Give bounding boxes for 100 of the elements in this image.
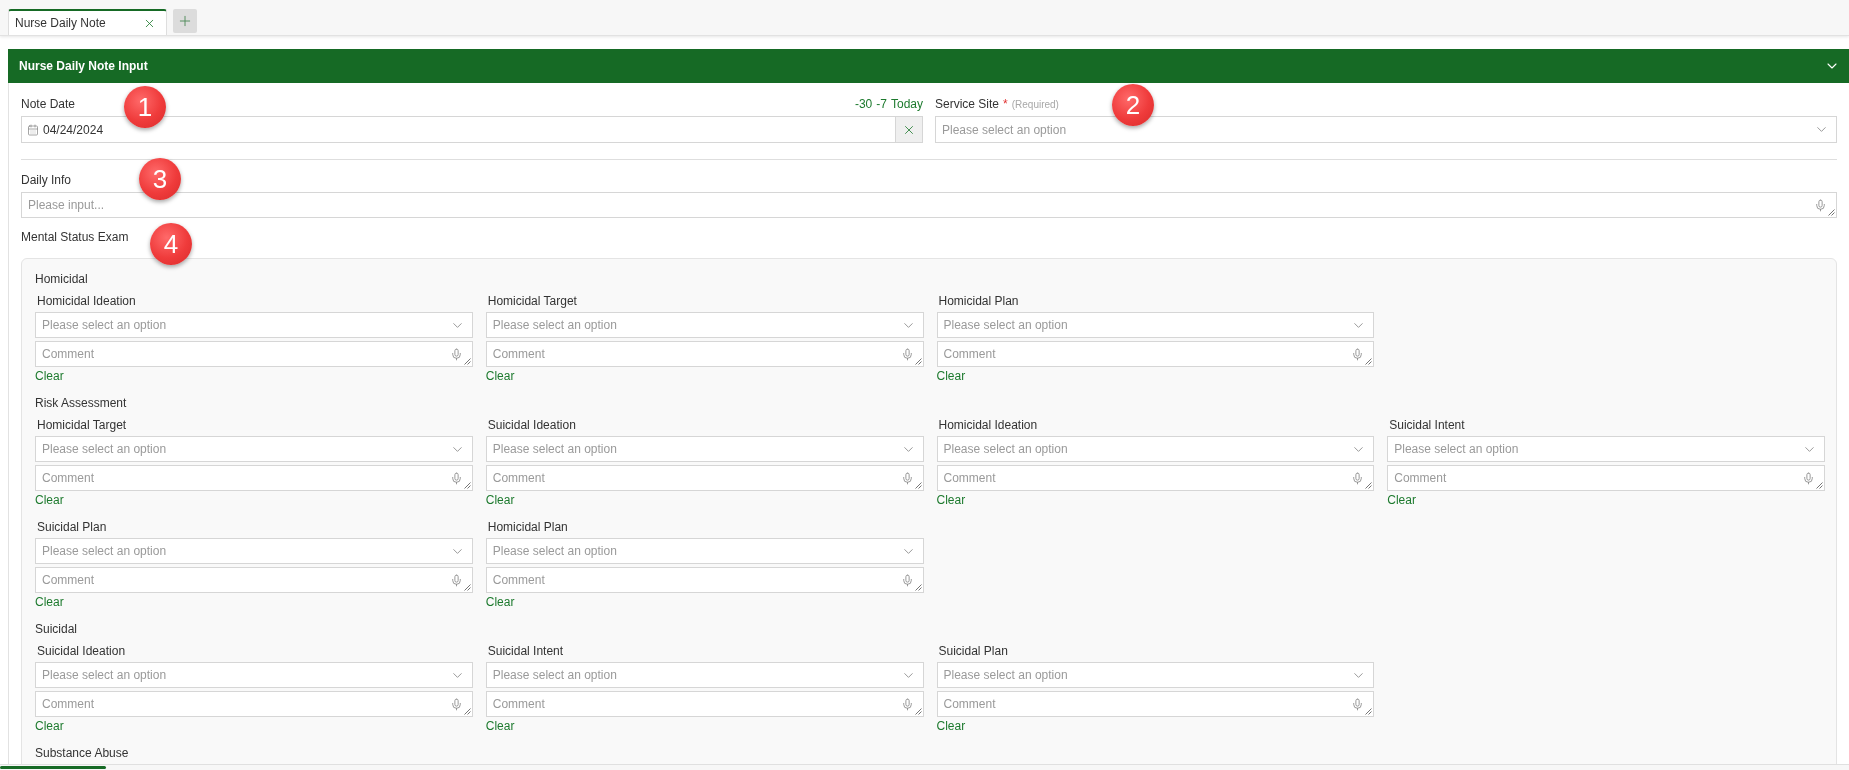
- field-label: Homicidal Target: [486, 293, 577, 309]
- field-label: Suicidal Intent: [1388, 417, 1465, 433]
- resize-grip-icon[interactable]: [463, 708, 471, 715]
- clear-link[interactable]: Clear: [35, 719, 64, 733]
- field-label: Suicidal Ideation: [486, 417, 576, 433]
- microphone-icon[interactable]: [900, 347, 914, 361]
- field-label: Suicidal Ideation: [36, 643, 126, 659]
- resize-grip-icon[interactable]: [463, 358, 471, 365]
- annotation-badge: 3: [139, 158, 181, 200]
- resize-grip-icon[interactable]: [914, 358, 922, 365]
- select-field[interactable]: Please select an option: [936, 662, 1375, 688]
- calendar-icon: [27, 123, 39, 136]
- microphone-icon[interactable]: [449, 697, 463, 711]
- field-label: Suicidal Plan: [36, 519, 107, 535]
- field-label: Homicidal Ideation: [36, 293, 136, 309]
- annotation-badge: 4: [150, 223, 192, 265]
- comment-field[interactable]: Comment: [485, 691, 924, 717]
- microphone-icon[interactable]: [900, 697, 914, 711]
- add-tab-button[interactable]: [173, 9, 197, 33]
- group-title: Suicidal: [35, 621, 79, 637]
- comment-field[interactable]: Comment: [485, 341, 924, 367]
- field-label: Homicidal Plan: [937, 293, 1019, 309]
- text-input-field[interactable]: Please input...: [21, 192, 1837, 218]
- microphone-icon[interactable]: [449, 347, 463, 361]
- clear-link[interactable]: Clear: [35, 369, 64, 383]
- field-label: Suicidal Intent: [486, 643, 564, 659]
- date-shortcut-link[interactable]: -7: [876, 97, 887, 111]
- microphone-icon[interactable]: [1802, 471, 1815, 485]
- group-title: Substance Abuse: [35, 745, 130, 761]
- resize-grip-icon[interactable]: [1816, 482, 1823, 489]
- comment-field[interactable]: Comment: [936, 691, 1375, 717]
- select-field[interactable]: Please select an option: [35, 436, 473, 462]
- section-title: Mental Status Exam: [21, 230, 129, 244]
- select-field[interactable]: Please select an option: [35, 312, 473, 338]
- select-field[interactable]: Please select an option: [485, 538, 924, 564]
- comment-field[interactable]: Comment: [485, 567, 924, 593]
- resize-grip-icon[interactable]: [1828, 209, 1835, 216]
- resize-grip-icon[interactable]: [914, 482, 922, 489]
- date-shortcut-link[interactable]: Today: [890, 97, 923, 111]
- microphone-icon[interactable]: [1351, 471, 1365, 485]
- date-field[interactable]: 04/24/2024: [21, 116, 923, 143]
- annotation-badge: 2: [1112, 84, 1154, 126]
- microphone-icon[interactable]: [900, 573, 914, 587]
- field-label: Note Date: [21, 97, 76, 111]
- clear-link[interactable]: Clear: [35, 493, 64, 507]
- field-label: Homicidal Ideation: [937, 417, 1038, 433]
- select-field[interactable]: Please select an option: [485, 662, 924, 688]
- clear-link[interactable]: Clear: [936, 369, 966, 383]
- comment-field[interactable]: Comment: [35, 691, 473, 717]
- resize-grip-icon[interactable]: [463, 482, 471, 489]
- clear-link[interactable]: Clear: [485, 369, 515, 383]
- comment-field[interactable]: Comment: [936, 341, 1375, 367]
- comment-field[interactable]: Comment: [35, 465, 473, 491]
- comment-field[interactable]: Comment: [35, 567, 473, 593]
- microphone-icon[interactable]: [1814, 198, 1827, 212]
- resize-grip-icon[interactable]: [914, 708, 922, 715]
- resize-grip-icon[interactable]: [463, 584, 471, 591]
- microphone-icon[interactable]: [449, 471, 463, 485]
- resize-grip-icon[interactable]: [1365, 708, 1373, 715]
- field-label: Daily Info: [21, 173, 72, 187]
- select-field[interactable]: Please select an option: [936, 436, 1375, 462]
- scrollbar-thumb[interactable]: [0, 766, 106, 769]
- clear-date-button[interactable]: [895, 117, 922, 142]
- microphone-icon[interactable]: [1351, 347, 1365, 361]
- resize-grip-icon[interactable]: [1365, 358, 1373, 365]
- required-hint: (Required): [1011, 99, 1059, 110]
- clear-link[interactable]: Clear: [485, 719, 515, 733]
- clear-link[interactable]: Clear: [35, 595, 64, 609]
- annotation-badge: 1: [124, 86, 166, 128]
- select-field[interactable]: Please select an option: [936, 312, 1375, 338]
- panel-header[interactable]: Nurse Daily Note Input: [8, 49, 1849, 83]
- select-field[interactable]: Please select an option: [485, 312, 924, 338]
- comment-field[interactable]: Comment: [1387, 465, 1825, 491]
- select-field[interactable]: Please select an option: [935, 116, 1837, 143]
- select-field[interactable]: Please select an option: [35, 662, 473, 688]
- select-field[interactable]: Please select an option: [1387, 436, 1825, 462]
- microphone-icon[interactable]: [900, 471, 914, 485]
- tab[interactable]: Nurse Daily Note: [8, 9, 167, 35]
- field-label: Homicidal Target: [36, 417, 127, 433]
- comment-field[interactable]: Comment: [35, 341, 473, 367]
- group-title: Homicidal: [35, 271, 89, 287]
- clear-link[interactable]: Clear: [1387, 493, 1416, 507]
- clear-link[interactable]: Clear: [485, 595, 515, 609]
- group-title: Risk Assessment: [35, 395, 128, 411]
- clear-link[interactable]: Clear: [936, 493, 966, 507]
- field-label: Service Site: [935, 97, 1000, 111]
- microphone-icon[interactable]: [449, 573, 463, 587]
- clear-link[interactable]: Clear: [936, 719, 966, 733]
- field-label: Suicidal Plan: [937, 643, 1008, 659]
- comment-field[interactable]: Comment: [485, 465, 924, 491]
- plus-icon: [177, 13, 193, 29]
- comment-field[interactable]: Comment: [936, 465, 1375, 491]
- resize-grip-icon[interactable]: [1365, 482, 1373, 489]
- microphone-icon[interactable]: [1351, 697, 1365, 711]
- clear-link[interactable]: Clear: [485, 493, 515, 507]
- select-field[interactable]: Please select an option: [35, 538, 473, 564]
- select-field[interactable]: Please select an option: [485, 436, 924, 462]
- resize-grip-icon[interactable]: [914, 584, 922, 591]
- panel-title: Nurse Daily Note Input: [19, 59, 148, 73]
- date-shortcut-link[interactable]: -30: [854, 97, 873, 111]
